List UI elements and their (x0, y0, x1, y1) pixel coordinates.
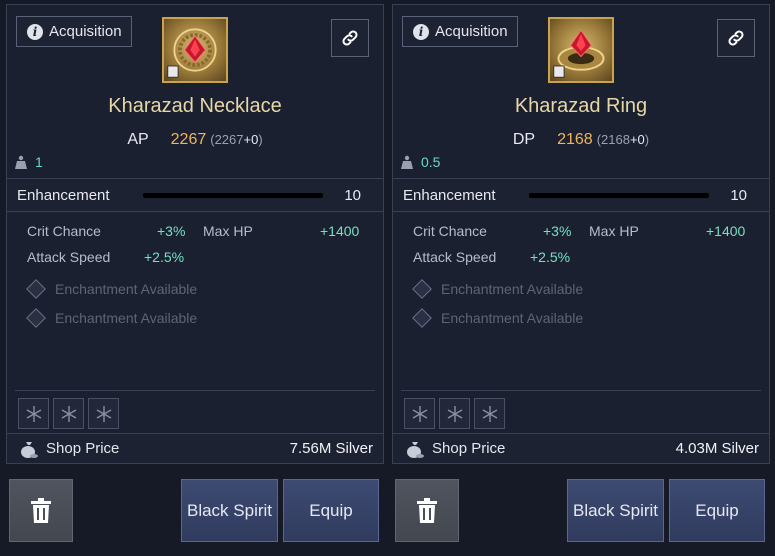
main-stat: AP 2267 (2267 +0 ) (7, 131, 383, 149)
crystal-slot[interactable] (88, 398, 119, 429)
diamond-icon (26, 279, 46, 299)
link-icon (728, 30, 744, 46)
crystal-slot[interactable] (404, 398, 435, 429)
enhancement-label: Enhancement (17, 186, 110, 204)
crystal-slot[interactable] (439, 398, 470, 429)
substat-label: Attack Speed (413, 249, 497, 265)
snowflake-icon (96, 405, 111, 422)
info-icon: i (413, 23, 429, 40)
stat-value: 2267 (170, 131, 207, 148)
shop-price-label: Shop Price (432, 440, 506, 457)
shop-price-row: Shop Price 7.56M Silver (7, 433, 383, 463)
link-button[interactable] (717, 19, 755, 57)
enchantment-label: Enchantment Available (55, 281, 198, 297)
snowflake-icon (447, 405, 462, 422)
enchantment-label: Enchantment Available (441, 281, 584, 297)
equip-button[interactable]: Equip (283, 479, 379, 542)
stat-base: (2168 (596, 132, 630, 147)
substat-value: +1400 (320, 223, 360, 239)
stat-base: (2267 (210, 132, 244, 147)
stat-close: ) (258, 132, 263, 147)
trash-icon (417, 497, 437, 523)
money-bag-icon (407, 442, 424, 458)
discard-button[interactable] (395, 479, 459, 542)
substat-value: +3% (157, 223, 186, 239)
divider (15, 390, 375, 391)
weight-icon (401, 155, 413, 169)
equip-button[interactable]: Equip (669, 479, 765, 542)
acquisition-button[interactable]: i Acquisition (16, 16, 132, 47)
substat-label: Crit Chance (27, 223, 101, 239)
ring-icon (548, 17, 614, 83)
crystal-slot[interactable] (474, 398, 505, 429)
discard-button[interactable] (9, 479, 73, 542)
crystal-slots (404, 398, 505, 429)
stat-value: 2168 (557, 131, 593, 148)
shop-price-label: Shop Price (46, 440, 120, 457)
shop-price-value: 4.03M Silver (675, 440, 759, 457)
snowflake-icon (26, 405, 41, 422)
stat-bonus: +0 (243, 132, 259, 147)
snowflake-icon (482, 405, 497, 422)
substat-value: +3% (543, 223, 572, 239)
substat-value: +2.5% (530, 249, 571, 265)
info-icon: i (27, 23, 43, 40)
acquisition-label: Acquisition (435, 23, 508, 40)
weight: 0.5 (401, 154, 440, 170)
stat-label: DP (512, 131, 536, 148)
enchantment-slot[interactable]: Enchantment Available (411, 308, 584, 328)
diamond-icon (26, 308, 46, 328)
diamond-icon (412, 308, 432, 328)
weight: 1 (15, 154, 43, 170)
weight-icon (15, 155, 27, 169)
diamond-icon (412, 279, 432, 299)
enhancement-bar (143, 192, 323, 198)
enchantment-label: Enchantment Available (441, 310, 584, 326)
substat-label: Max HP (589, 223, 639, 239)
acquisition-label: Acquisition (49, 23, 122, 40)
enhancement-row: Enhancement 10 (393, 178, 769, 212)
item-panel-left: i Acquisition Kharazad Necklace AP 2267 … (6, 4, 384, 464)
snowflake-icon (61, 405, 76, 422)
crystal-slot[interactable] (53, 398, 84, 429)
necklace-icon (162, 17, 228, 83)
enchantment-slot[interactable]: Enchantment Available (411, 279, 584, 299)
acquisition-button[interactable]: i Acquisition (402, 16, 518, 47)
item-name: Kharazad Necklace (108, 95, 282, 117)
substat-label: Attack Speed (27, 249, 111, 265)
stat-close: ) (644, 132, 650, 147)
substat-label: Crit Chance (413, 223, 487, 239)
money-bag-icon (21, 442, 38, 458)
snowflake-icon (412, 405, 427, 422)
enchantment-slot[interactable]: Enchantment Available (25, 279, 198, 299)
link-button[interactable] (331, 19, 369, 57)
main-stat: DP 2168 (2168 +0 ) (393, 131, 769, 149)
item-name: Kharazad Ring (514, 95, 648, 117)
crystal-slot[interactable] (18, 398, 49, 429)
divider (401, 390, 761, 391)
enhancement-value: 10 (730, 186, 747, 204)
stat-label: AP (127, 131, 149, 148)
stat-bonus: +0 (629, 132, 645, 147)
link-icon (342, 30, 358, 46)
enchantment-label: Enchantment Available (55, 310, 198, 326)
weight-value: 1 (35, 154, 43, 170)
crystal-slots (18, 398, 119, 429)
substat-value: +2.5% (144, 249, 185, 265)
substat-value: +1400 (706, 223, 746, 239)
item-panel-right: i Acquisition Kharazad Ring DP 2168 (216… (392, 4, 770, 464)
black-spirit-button[interactable]: Black Spirit (567, 479, 664, 542)
enhancement-bar (529, 192, 709, 198)
black-spirit-button[interactable]: Black Spirit (181, 479, 278, 542)
enhancement-value: 10 (344, 186, 361, 204)
enhancement-row: Enhancement 10 (7, 178, 383, 212)
substat-label: Max HP (203, 223, 253, 239)
enchantment-slot[interactable]: Enchantment Available (25, 308, 198, 328)
trash-icon (31, 497, 51, 523)
shop-price-row: Shop Price 4.03M Silver (393, 433, 769, 463)
weight-value: 0.5 (421, 154, 441, 170)
shop-price-value: 7.56M Silver (289, 440, 373, 457)
enhancement-label: Enhancement (403, 186, 496, 204)
